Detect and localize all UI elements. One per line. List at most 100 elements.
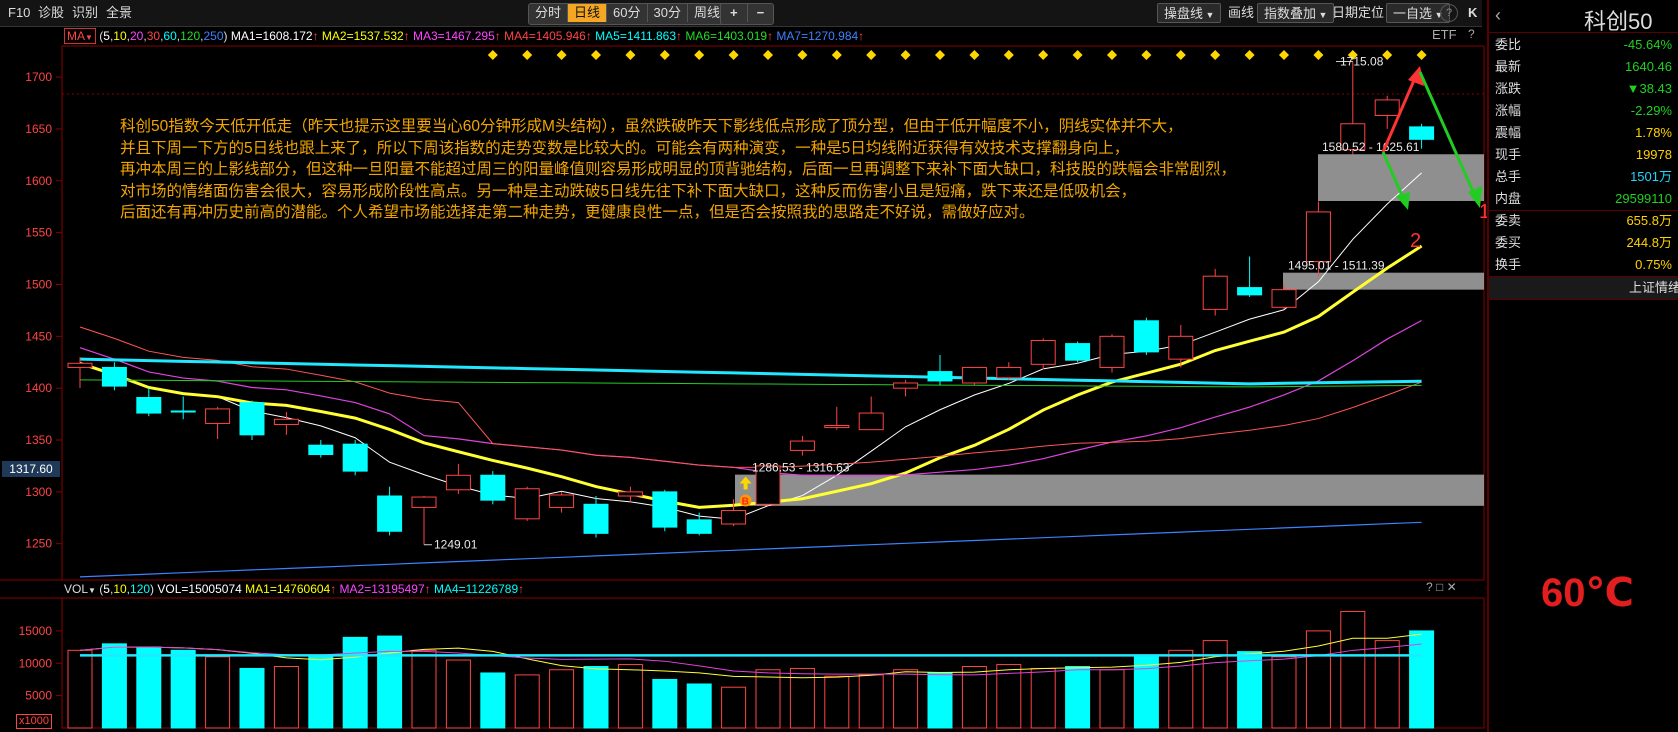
quote-row-label: 总手 (1495, 169, 1522, 184)
vol-indicator-selector[interactable]: VOL▼ (64, 582, 96, 596)
quote-row: 委买 244.8万 (1489, 232, 1678, 254)
signal-diamond (1244, 50, 1255, 60)
low-price-label: 1249.01 (434, 538, 478, 552)
signal-diamond (625, 50, 636, 60)
quote-row-label: 委比 (1495, 37, 1522, 52)
gap-top-label: 1580.52 - 1625.61 (1322, 140, 1420, 154)
signal-diamond (591, 50, 601, 60)
quote-row: 涨跌 ▼38.43 (1489, 78, 1678, 100)
quote-row-value: 29599110 (1615, 191, 1672, 206)
signal-diamond (1038, 50, 1049, 60)
vol-indicator-label: VOL (64, 582, 89, 596)
candle-body (1409, 126, 1435, 140)
candle (652, 489, 678, 532)
quote-row: 现手 19978 (1489, 144, 1678, 166)
buy-marker-label: B (742, 497, 749, 508)
signal-diamond (900, 50, 911, 60)
candle-body (136, 397, 162, 414)
signal-diamond (831, 50, 842, 60)
vol-value-2: MA2=13195497↑ (336, 582, 431, 596)
help-icon[interactable]: ? (1426, 580, 1433, 594)
candle-body (480, 474, 506, 501)
candle-body (789, 440, 815, 451)
signal-diamond (1175, 50, 1186, 60)
scenario-2-label: 2 (1410, 230, 1421, 252)
quote-row-label: 最新 (1495, 59, 1522, 74)
quote-row-value: -2.29% (1630, 103, 1672, 118)
signal-diamond (969, 50, 980, 60)
volume-bar (652, 678, 678, 729)
volume-bar (136, 646, 162, 729)
candle (1202, 268, 1228, 316)
candle (789, 435, 815, 456)
quote-row: 最新 1640.46 (1489, 56, 1678, 78)
candle (824, 406, 850, 430)
candle (514, 486, 540, 521)
signal-diamond (522, 50, 533, 60)
candle-body (927, 371, 953, 382)
volume-bar (273, 666, 299, 729)
ma7-line (79, 521, 1422, 578)
vol-legend: VOL▼ (5,10,120) VOL=15005074 MA1=1476060… (64, 582, 524, 596)
candle (377, 486, 403, 536)
y-tick-label: 1550 (25, 226, 52, 240)
volume-bar (1099, 669, 1125, 729)
volume-bar (1237, 651, 1263, 729)
vol-unit: x1000 (16, 714, 52, 729)
note-line: 对市场的情绪面伤害会很大，容易形成阶段性高点。另一种是主动跌破5日线先往下补下面… (120, 182, 1137, 200)
y-tick-label: 1500 (25, 277, 52, 291)
quote-row-label: 委买 (1495, 235, 1522, 250)
quote-row-value: 655.8万 (1626, 213, 1672, 228)
candle-body (617, 491, 643, 497)
volume-bar (893, 669, 919, 729)
quote-row-value: 244.8万 (1626, 235, 1672, 250)
chevron-left-icon[interactable]: ‹ (1495, 5, 1501, 26)
quote-row-label: 涨跌 (1495, 81, 1522, 96)
y-tick-label: 1600 (25, 174, 52, 188)
quote-row-value: 1640.46 (1625, 59, 1672, 74)
quote-row-value: 1501万 (1630, 169, 1672, 184)
current-price-tag: 1317.60 (2, 461, 60, 477)
candle-body (377, 495, 403, 532)
close-icon[interactable]: ✕ (1447, 580, 1457, 594)
kline-chart[interactable]: 1700165016001550150014501400135013001250… (0, 0, 1487, 732)
candle (342, 440, 368, 476)
candle (170, 396, 196, 420)
volume-bar (480, 672, 506, 729)
candle (239, 400, 265, 441)
candle-body (1374, 99, 1400, 116)
volume-bar (1409, 630, 1435, 729)
vol-value-0: VOL=15005074 (157, 582, 242, 596)
market-sentiment-tab[interactable]: 上证情绪 (1489, 276, 1678, 300)
candle-body (1065, 343, 1091, 361)
candle-body (411, 496, 437, 508)
signal-diamond (694, 50, 705, 60)
maximize-icon[interactable]: □ (1436, 580, 1443, 594)
volume-bar (1374, 640, 1400, 729)
quote-row: 委卖 655.8万 (1489, 210, 1678, 232)
candle-body (67, 362, 93, 368)
candle-body (893, 382, 919, 389)
volume-bar (1271, 656, 1297, 729)
volume-bar (377, 635, 403, 729)
candle-body (996, 366, 1022, 379)
y-tick-label: 1400 (25, 381, 52, 395)
signal-diamond (1416, 50, 1427, 60)
signal-diamond (1313, 50, 1324, 60)
vol-tick-label: 10000 (19, 656, 53, 670)
vol-values: VOL=15005074 MA1=14760604↑ MA2=13195497↑… (157, 582, 524, 596)
y-tick-label: 1350 (25, 433, 52, 447)
signal-diamond (556, 50, 567, 60)
divider (1489, 32, 1678, 33)
quote-row: 震幅 1.78% (1489, 122, 1678, 144)
candle-body (239, 402, 265, 436)
volume-bar (1340, 610, 1366, 729)
volume-bar (721, 686, 747, 729)
volume-bar (961, 666, 987, 729)
candle-body (1271, 289, 1297, 308)
gap-mid-label: 1495.01 - 1511.39 (1288, 259, 1385, 273)
volume-bar (342, 636, 368, 729)
volume-bar (170, 649, 196, 729)
scenario-1-label: 1 (1479, 201, 1487, 223)
candle (308, 440, 334, 458)
